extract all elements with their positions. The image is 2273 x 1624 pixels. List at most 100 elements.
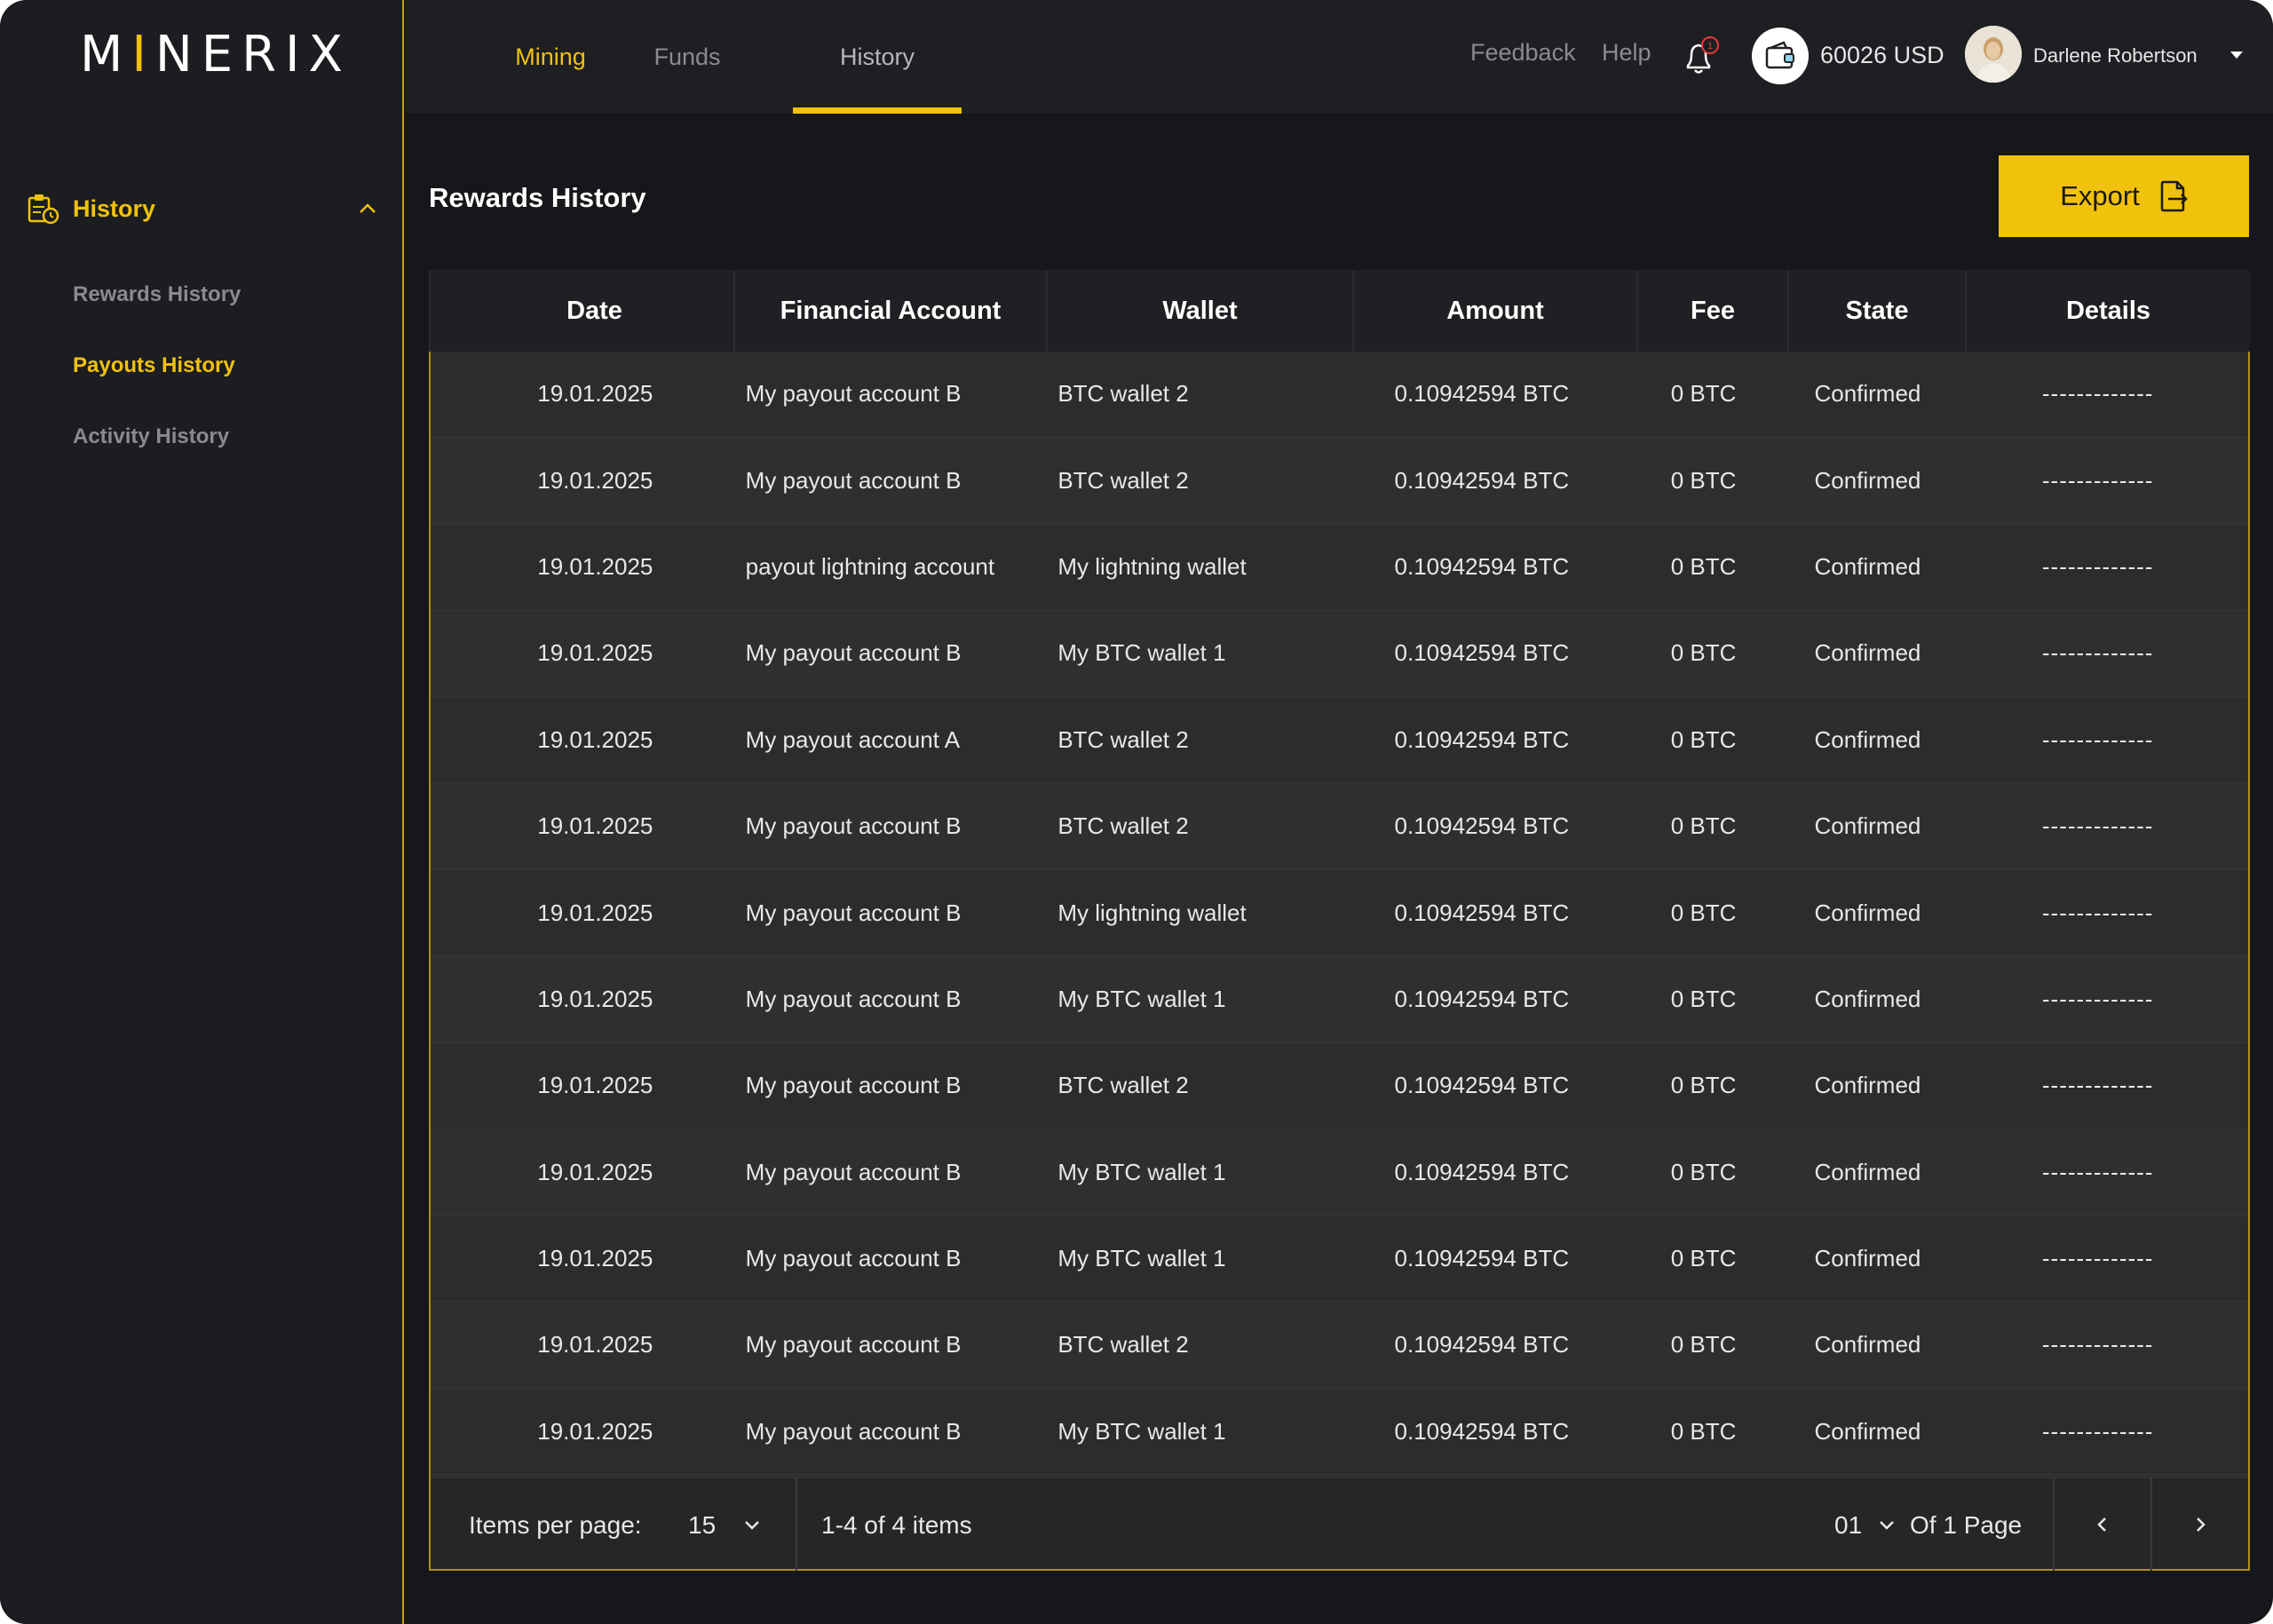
cell-state: Confirmed <box>1814 899 1921 926</box>
cell-date: 19.01.2025 <box>537 639 653 667</box>
tab-mining[interactable]: Mining <box>493 0 608 114</box>
table-row[interactable]: 19.01.2025 My payout account B My BTC wall… <box>431 956 2248 1044</box>
user-name[interactable]: Darlene Robertson <box>2033 44 2198 67</box>
cell-amount: 0.10942594 BTC <box>1394 552 1570 580</box>
chevron-down-icon[interactable] <box>741 1514 763 1535</box>
cell-financial-account: My payout account B <box>745 466 962 494</box>
items-per-page-label: Items per page: <box>469 1511 642 1539</box>
sidebar-item-activity-history[interactable]: Activity History <box>73 424 229 449</box>
table-row[interactable]: 19.01.2025 My payout account B BTC wallet … <box>431 1043 2248 1130</box>
cell-details: ------------- <box>2041 1331 2154 1359</box>
cell-date: 19.01.2025 <box>537 1245 653 1272</box>
cell-fee: 0 BTC <box>1670 552 1737 580</box>
table-row[interactable]: 19.01.2025 My payout account B My BTC wall… <box>431 1129 2248 1216</box>
export-button[interactable]: Export <box>1999 155 2249 237</box>
table-row[interactable]: 19.01.2025 payout lightning account My lig… <box>431 524 2248 612</box>
column-header-details[interactable]: Details <box>1965 270 2250 352</box>
chevron-down-icon[interactable] <box>1876 1514 1897 1535</box>
chevron-up-icon[interactable] <box>355 196 380 221</box>
cell-wallet: My lightning wallet <box>1057 552 1247 580</box>
cell-fee: 0 BTC <box>1670 1331 1737 1359</box>
export-icon <box>2160 180 2188 212</box>
cell-fee: 0 BTC <box>1670 1245 1737 1272</box>
cell-financial-account: My payout account B <box>745 639 962 667</box>
balance-amount: 60026 USD <box>1820 42 1944 68</box>
tab-history[interactable]: History <box>793 0 962 114</box>
cell-wallet: My BTC wallet 1 <box>1057 639 1226 667</box>
logo: MINERIX <box>80 26 352 83</box>
items-per-page-select[interactable]: 15 <box>688 1511 716 1540</box>
cell-wallet: BTC wallet 2 <box>1057 1072 1189 1099</box>
table-row[interactable]: 19.01.2025 My payout account A BTC wallet … <box>431 697 2248 784</box>
wallet-badge[interactable] <box>1752 28 1809 84</box>
cell-wallet: My BTC wallet 1 <box>1057 1417 1226 1445</box>
bell-icon[interactable]: 1 <box>1681 36 1720 78</box>
cell-details: ------------- <box>2041 1245 2154 1272</box>
cell-date: 19.01.2025 <box>537 812 653 840</box>
cell-fee: 0 BTC <box>1670 725 1737 753</box>
footer-divider <box>796 1478 797 1571</box>
sidebar-item-rewards-history[interactable]: Rewards History <box>73 282 241 307</box>
chevron-left-icon <box>2097 1517 2106 1532</box>
cell-date: 19.01.2025 <box>537 466 653 494</box>
table-row[interactable]: 19.01.2025 My payout account B BTC wallet … <box>431 1303 2248 1390</box>
cell-state: Confirmed <box>1814 1158 1921 1185</box>
cell-amount: 0.10942594 BTC <box>1394 812 1570 840</box>
cell-date: 19.01.2025 <box>537 552 653 580</box>
active-tab-indicator <box>793 107 962 114</box>
cell-date: 19.01.2025 <box>537 725 653 753</box>
help-link[interactable]: Help <box>1602 39 1651 67</box>
cell-details: ------------- <box>2041 1072 2154 1099</box>
table-row[interactable]: 19.01.2025 My payout account B My BTC wall… <box>431 1216 2248 1303</box>
feedback-link[interactable]: Feedback <box>1470 39 1576 67</box>
table-row[interactable]: 19.01.2025 My payout account B BTC wallet … <box>431 438 2248 525</box>
tab-funds[interactable]: Funds <box>630 0 745 114</box>
cell-date: 19.01.2025 <box>537 985 653 1012</box>
cell-details: ------------- <box>2041 1417 2154 1445</box>
cell-details: ------------- <box>2041 725 2154 753</box>
cell-financial-account: My payout account B <box>745 1245 962 1272</box>
column-header-date[interactable]: Date <box>429 270 733 352</box>
cell-wallet: My BTC wallet 1 <box>1057 1245 1226 1272</box>
cell-amount: 0.10942594 BTC <box>1394 1417 1570 1445</box>
next-page-button[interactable] <box>2152 1478 2248 1571</box>
cell-amount: 0.10942594 BTC <box>1394 380 1570 408</box>
table-row[interactable]: 19.01.2025 My payout account B BTC wallet … <box>431 352 2248 439</box>
sidebar-section-history[interactable]: History <box>25 186 380 231</box>
column-header-amount[interactable]: Amount <box>1352 270 1636 352</box>
table-row[interactable]: 19.01.2025 My payout account B My BTC wall… <box>431 611 2248 698</box>
cell-fee: 0 BTC <box>1670 812 1737 840</box>
sidebar: MINERIX History Rewards History Payouts … <box>0 0 404 1624</box>
cell-fee: 0 BTC <box>1670 1158 1737 1185</box>
cell-state: Confirmed <box>1814 380 1921 408</box>
cell-details: ------------- <box>2041 899 2154 926</box>
wallet-icon <box>1765 41 1794 69</box>
prev-page-button[interactable] <box>2055 1478 2150 1571</box>
cell-amount: 0.10942594 BTC <box>1394 466 1570 494</box>
table-row[interactable]: 19.01.2025 My payout account B BTC wallet … <box>431 783 2248 871</box>
column-header-state[interactable]: State <box>1787 270 1965 352</box>
column-header-wallet[interactable]: Wallet <box>1046 270 1352 352</box>
column-header-financial-account[interactable]: Financial Account <box>733 270 1046 352</box>
cell-amount: 0.10942594 BTC <box>1394 1072 1570 1099</box>
cell-details: ------------- <box>2041 812 2154 840</box>
cell-wallet: My BTC wallet 1 <box>1057 1158 1226 1185</box>
table-footer: Items per page: 15 1-4 of 4 items 01 Of … <box>431 1477 2248 1571</box>
sidebar-section-label: History <box>73 194 156 222</box>
caret-down-icon[interactable] <box>2229 50 2245 60</box>
cell-date: 19.01.2025 <box>537 1158 653 1185</box>
column-header-fee[interactable]: Fee <box>1636 270 1787 352</box>
cell-date: 19.01.2025 <box>537 1331 653 1359</box>
cell-amount: 0.10942594 BTC <box>1394 899 1570 926</box>
cell-financial-account: My payout account B <box>745 1417 962 1445</box>
chevron-right-icon <box>2197 1517 2206 1532</box>
app-window: MINERIX History Rewards History Payouts … <box>0 0 2273 1624</box>
cell-financial-account: My payout account B <box>745 812 962 840</box>
cell-state: Confirmed <box>1814 725 1921 753</box>
table-row[interactable]: 19.01.2025 My payout account B My lightnin… <box>431 870 2248 957</box>
page-select[interactable]: 01 <box>1834 1511 1862 1540</box>
sidebar-item-payouts-history[interactable]: Payouts History <box>73 353 235 378</box>
avatar[interactable] <box>1965 26 2022 83</box>
table-row[interactable]: 19.01.2025 My payout account B My BTC wall… <box>431 1389 2248 1477</box>
cell-details: ------------- <box>2041 639 2154 667</box>
